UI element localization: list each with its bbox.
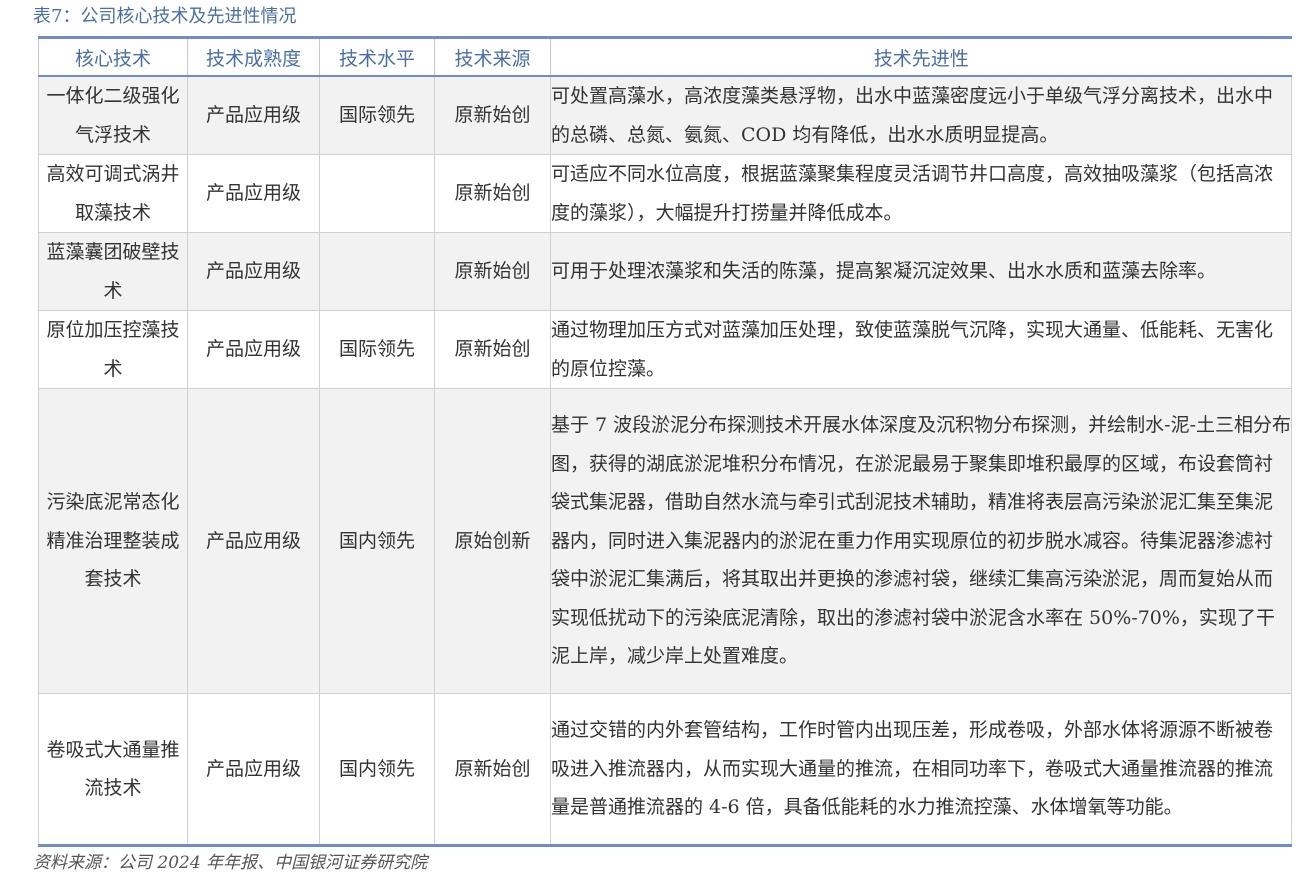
maturity-cell: 产品应用级 — [187, 388, 320, 694]
maturity-cell: 产品应用级 — [187, 75, 320, 155]
header-level: 技术水平 — [319, 37, 435, 76]
level-cell — [319, 232, 435, 311]
header-maturity: 技术成熟度 — [187, 37, 320, 76]
level-cell: 国内领先 — [319, 388, 435, 694]
maturity-cell: 产品应用级 — [187, 693, 320, 846]
tech-name-cell: 卷吸式大通量推流技术 — [38, 693, 188, 846]
advantage-cell: 通过物理加压方式对蓝藻加压处理，致使蓝藻脱气沉降，实现大通量、低能耗、无害化的原… — [550, 310, 1292, 389]
source-note: 资料来源：公司 2024 年年报、中国银河证券研究院 — [33, 853, 428, 873]
advantage-cell: 通过交错的内外套管结构，工作时管内出现压差，形成卷吸，外部水体将源源不断被卷吸进… — [550, 693, 1292, 846]
table-caption: 表7：公司核心技术及先进性情况 — [33, 6, 297, 27]
source-cell: 原新始创 — [434, 693, 551, 846]
core-technology-table: 核心技术 技术成熟度 技术水平 技术来源 技术先进性 一体化二级强化气浮技术 产… — [38, 36, 1292, 847]
level-cell: 国际领先 — [319, 75, 435, 155]
table-row: 蓝藻囊团破壁技术 产品应用级 原新始创 可用于处理浓藻浆和失活的陈藻，提高絮凝沉… — [38, 232, 1292, 311]
table-row: 原位加压控藻技术 产品应用级 国际领先 原新始创 通过物理加压方式对蓝藻加压处理… — [38, 310, 1292, 389]
source-cell: 原新始创 — [434, 310, 551, 389]
tech-name-cell: 高效可调式涡井取藻技术 — [38, 154, 188, 233]
tech-name-cell: 一体化二级强化气浮技术 — [38, 75, 188, 155]
maturity-cell: 产品应用级 — [187, 232, 320, 311]
level-cell: 国内领先 — [319, 693, 435, 846]
table-header-row: 核心技术 技术成熟度 技术水平 技术来源 技术先进性 — [38, 37, 1292, 76]
advantage-cell: 可适应不同水位高度，根据蓝藻聚集程度灵活调节井口高度，高效抽吸藻浆（包括高浓度的… — [550, 154, 1292, 233]
source-cell: 原始创新 — [434, 388, 551, 694]
header-advantage: 技术先进性 — [550, 37, 1292, 76]
advantage-cell: 基于 7 波段淤泥分布探测技术开展水体深度及沉积物分布探测，并绘制水-泥-土三相… — [550, 388, 1292, 694]
advantage-cell: 可处置高藻水，高浓度藻类悬浮物，出水中蓝藻密度远小于单级气浮分离技术，出水中的总… — [550, 75, 1292, 155]
advantage-cell: 可用于处理浓藻浆和失活的陈藻，提高絮凝沉淀效果、出水水质和蓝藻去除率。 — [550, 232, 1292, 311]
tech-name-cell: 污染底泥常态化精准治理整装成套技术 — [38, 388, 188, 694]
maturity-cell: 产品应用级 — [187, 154, 320, 233]
header-core-tech: 核心技术 — [38, 37, 188, 76]
table-row: 卷吸式大通量推流技术 产品应用级 国内领先 原新始创 通过交错的内外套管结构，工… — [38, 693, 1292, 846]
tech-name-cell: 蓝藻囊团破壁技术 — [38, 232, 188, 311]
table-row: 一体化二级强化气浮技术 产品应用级 国际领先 原新始创 可处置高藻水，高浓度藻类… — [38, 75, 1292, 155]
level-cell — [319, 154, 435, 233]
maturity-cell: 产品应用级 — [187, 310, 320, 389]
source-cell: 原新始创 — [434, 232, 551, 311]
tech-name-cell: 原位加压控藻技术 — [38, 310, 188, 389]
header-source: 技术来源 — [434, 37, 551, 76]
table-row: 污染底泥常态化精准治理整装成套技术 产品应用级 国内领先 原始创新 基于 7 波… — [38, 388, 1292, 694]
source-cell: 原新始创 — [434, 75, 551, 155]
table-row: 高效可调式涡井取藻技术 产品应用级 原新始创 可适应不同水位高度，根据蓝藻聚集程… — [38, 154, 1292, 233]
source-cell: 原新始创 — [434, 154, 551, 233]
level-cell: 国际领先 — [319, 310, 435, 389]
